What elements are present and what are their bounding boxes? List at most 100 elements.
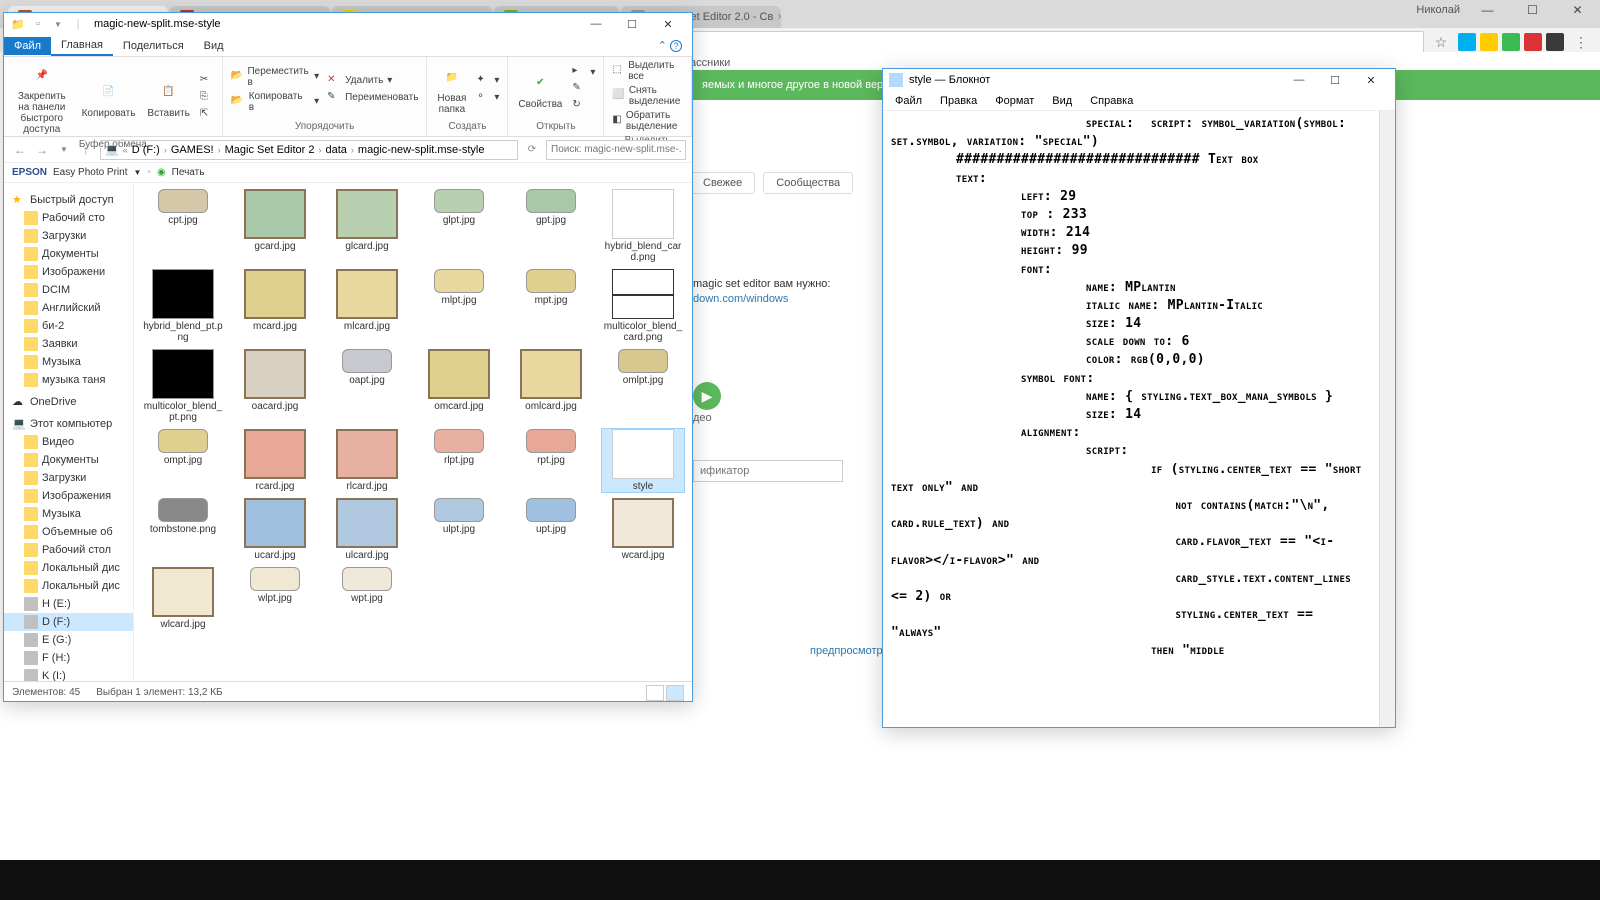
close-icon[interactable]: ×	[773, 11, 780, 23]
epson-label[interactable]: Easy Photo Print	[53, 167, 127, 178]
file-item[interactable]: wlcard.jpg	[142, 567, 224, 630]
sidebar-item[interactable]: K (I:)	[4, 667, 133, 681]
file-item[interactable]: omcard.jpg	[418, 349, 500, 423]
file-item[interactable]: rlcard.jpg	[326, 429, 408, 492]
sidebar-item[interactable]: Музыка	[4, 353, 133, 371]
taskbar[interactable]	[0, 860, 1600, 900]
file-item[interactable]: ulpt.jpg	[418, 498, 500, 561]
copy-button[interactable]: 📄Копировать	[78, 76, 140, 121]
delete-button[interactable]: ✕Удалить ▾	[325, 73, 420, 89]
file-item[interactable]: glpt.jpg	[418, 189, 500, 263]
sidebar-item[interactable]: Локальный дис	[4, 577, 133, 595]
extension-icon[interactable]	[1502, 33, 1520, 51]
explorer-content[interactable]: cpt.jpggcard.jpgglcard.jpgglpt.jpggpt.jp…	[134, 183, 692, 681]
paste-shortcut-button[interactable]: ⇱	[198, 107, 216, 123]
file-item[interactable]: wlpt.jpg	[234, 567, 316, 630]
ribbon-tab-home[interactable]: Главная	[51, 36, 113, 56]
breadcrumb-item[interactable]: data	[326, 144, 347, 156]
sidebar-item[interactable]: Документы	[4, 451, 133, 469]
sidebar-item[interactable]: ★Быстрый доступ	[4, 191, 133, 209]
file-item[interactable]: gcard.jpg	[234, 189, 316, 263]
file-item[interactable]: mlpt.jpg	[418, 269, 500, 343]
file-item[interactable]: omlcard.jpg	[510, 349, 592, 423]
sidebar-item[interactable]: F (H:)	[4, 649, 133, 667]
back-button[interactable]: ←	[10, 140, 30, 160]
open-button[interactable]: ▸▾	[570, 64, 597, 80]
sidebar-item[interactable]: D (F:)	[4, 613, 133, 631]
file-item[interactable]: mlcard.jpg	[326, 269, 408, 343]
file-item[interactable]: multicolor_blend_pt.png	[142, 349, 224, 423]
file-item[interactable]: oapt.jpg	[326, 349, 408, 423]
file-item[interactable]: omlpt.jpg	[602, 349, 684, 423]
print-button[interactable]: Печать	[172, 167, 205, 178]
sidebar-item[interactable]: E (G:)	[4, 631, 133, 649]
icons-view-button[interactable]	[666, 685, 684, 701]
pin-button[interactable]: 📌Закрепить на панели быстрого доступа	[10, 59, 74, 137]
maximize-button[interactable]: ☐	[1317, 70, 1353, 90]
history-button[interactable]: ↻	[570, 98, 597, 114]
menu-item[interactable]: Файл	[887, 93, 930, 109]
select-none-button[interactable]: ⬜Снять выделение	[610, 84, 685, 108]
extension-icon[interactable]	[1480, 33, 1498, 51]
sidebar-item[interactable]: Загрузки	[4, 227, 133, 245]
file-item[interactable]: style	[602, 429, 684, 492]
notepad-textarea[interactable]: special: script: symbol_variation(symbol…	[883, 111, 1379, 727]
sidebar-item[interactable]: Рабочий стол	[4, 541, 133, 559]
edit-button[interactable]: ✎	[570, 81, 597, 97]
sidebar-item[interactable]: Изображения	[4, 487, 133, 505]
file-item[interactable]: multicolor_blend_card.png	[602, 269, 684, 343]
sidebar-item[interactable]: Видео	[4, 433, 133, 451]
cut-button[interactable]: ✂	[198, 73, 216, 89]
search-input[interactable]	[546, 140, 686, 160]
file-item[interactable]: rpt.jpg	[510, 429, 592, 492]
file-item[interactable]: wcard.jpg	[602, 498, 684, 561]
recent-button[interactable]: ▼	[54, 140, 74, 160]
chevron-right-icon[interactable]: ›	[319, 145, 322, 155]
copy-path-button[interactable]: ⎘	[198, 90, 216, 106]
refresh-button[interactable]: ⟳	[522, 140, 542, 160]
ribbon-tab-file[interactable]: Файл	[4, 37, 51, 55]
file-item[interactable]: tombstone.png	[142, 498, 224, 561]
scrollbar[interactable]	[1379, 111, 1395, 727]
maximize-button[interactable]: ☐	[614, 14, 650, 34]
notepad-titlebar[interactable]: style — Блокнот — ☐ ✕	[883, 69, 1395, 91]
minimize-button[interactable]: —	[1465, 0, 1510, 20]
file-item[interactable]: cpt.jpg	[142, 189, 224, 263]
file-item[interactable]: glcard.jpg	[326, 189, 408, 263]
forward-button[interactable]: →	[32, 140, 52, 160]
new-item-button[interactable]: ✦▾	[474, 73, 501, 89]
file-item[interactable]: hybrid_blend_pt.png	[142, 269, 224, 343]
move-to-button[interactable]: 📂Переместить в ▾	[229, 65, 321, 89]
sidebar-item[interactable]: Локальный дис	[4, 559, 133, 577]
close-button[interactable]: ✕	[650, 14, 686, 34]
ribbon-collapse-icon[interactable]: ⌃ ?	[648, 39, 692, 52]
explorer-titlebar[interactable]: 📁 ▫ ▼ | magic-new-split.mse-style — ☐ ✕	[4, 13, 692, 35]
webpage-tab[interactable]: Свежее	[690, 172, 755, 194]
new-folder-button[interactable]: 📁Новая папка	[433, 61, 470, 117]
file-item[interactable]: mpt.jpg	[510, 269, 592, 343]
file-item[interactable]: gpt.jpg	[510, 189, 592, 263]
file-item[interactable]: rcard.jpg	[234, 429, 316, 492]
extension-icon[interactable]	[1524, 33, 1542, 51]
properties-button[interactable]: ✔Свойства	[514, 67, 566, 112]
star-icon[interactable]: ☆	[1430, 31, 1452, 53]
file-item[interactable]: ompt.jpg	[142, 429, 224, 492]
breadcrumb-item[interactable]: magic-new-split.mse-style	[358, 144, 485, 156]
up-button[interactable]: ↑	[76, 140, 96, 160]
sidebar-item[interactable]: DCIM	[4, 281, 133, 299]
invert-selection-button[interactable]: ◧Обратить выделение	[610, 109, 685, 133]
file-item[interactable]: rlpt.jpg	[418, 429, 500, 492]
sidebar-item[interactable]: Объемные об	[4, 523, 133, 541]
ribbon-tab-share[interactable]: Поделиться	[113, 37, 194, 55]
sidebar-item[interactable]: Рабочий сто	[4, 209, 133, 227]
close-button[interactable]: ✕	[1353, 70, 1389, 90]
select-all-button[interactable]: ⬚Выделить все	[610, 59, 685, 83]
file-item[interactable]: mcard.jpg	[234, 269, 316, 343]
sidebar-item[interactable]: Английский	[4, 299, 133, 317]
menu-item[interactable]: Вид	[1044, 93, 1080, 109]
preview-link[interactable]: предпросмотр	[810, 645, 883, 657]
webpage-tab[interactable]: Сообщества	[763, 172, 853, 194]
qat-icon[interactable]: ▫	[30, 16, 46, 32]
maximize-button[interactable]: ☐	[1510, 0, 1555, 20]
breadcrumb-bar[interactable]: 💻«D (F:)›GAMES!›Magic Set Editor 2›data›…	[100, 140, 518, 160]
